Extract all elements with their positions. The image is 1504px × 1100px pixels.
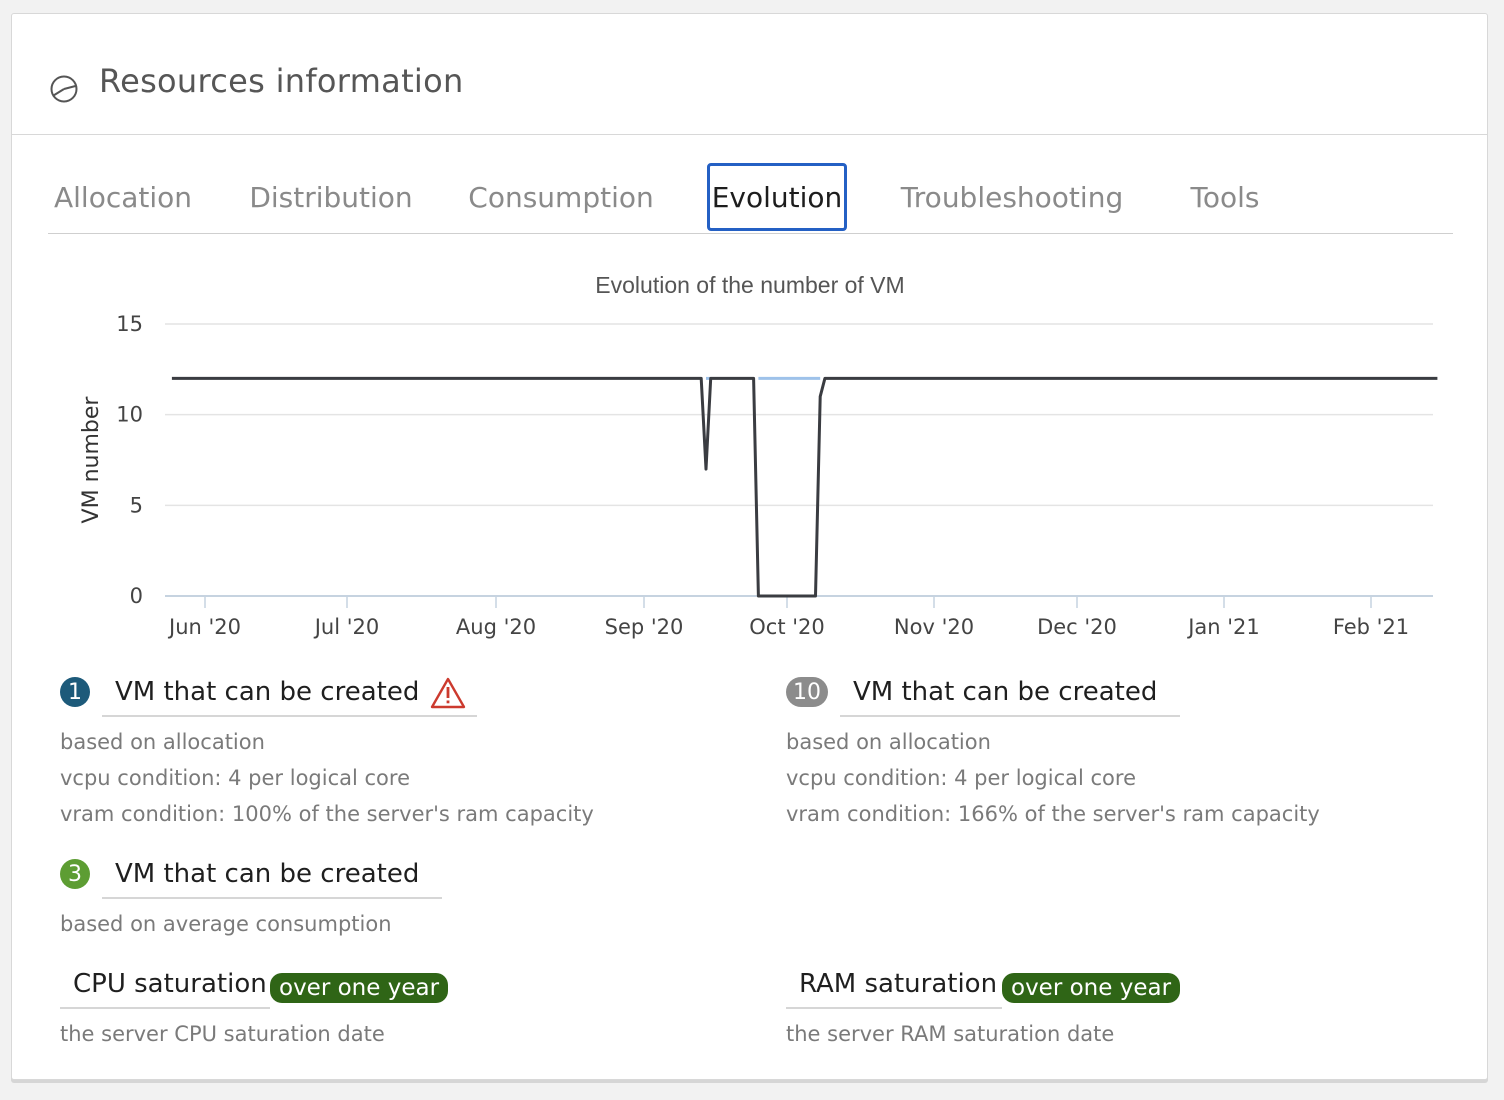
- tab-allocation[interactable]: Allocation: [48, 163, 198, 231]
- cpu-saturation-label: CPU saturation: [60, 959, 270, 1009]
- stat-desc: based on average consumption: [60, 912, 392, 936]
- stat-alloc-1: 1 VM that can be created based on alloca…: [60, 667, 660, 832]
- x-tick-label: Jun '20: [167, 615, 241, 639]
- stat-desc-list: the server RAM saturation date: [786, 1016, 1386, 1052]
- tab-consumption[interactable]: Consumption: [468, 163, 653, 231]
- tab-evolution[interactable]: Evolution: [707, 163, 847, 231]
- x-tick-label: Oct '20: [749, 615, 824, 639]
- saturation-badge: over one year: [270, 973, 449, 1003]
- stat-desc-list: the server CPU saturation date: [60, 1016, 660, 1052]
- stat-label: VM that can be created: [840, 667, 1180, 717]
- stat-desc: the server CPU saturation date: [60, 1022, 385, 1046]
- stat-desc: vcpu condition: 4 per logical core: [786, 766, 1136, 790]
- tab-distribution[interactable]: Distribution: [249, 163, 412, 231]
- y-tick-label: 15: [116, 312, 143, 336]
- stat-desc-list: based on allocation vcpu condition: 4 pe…: [60, 724, 660, 832]
- stat-label-text: VM that can be created: [115, 859, 420, 889]
- chart-svg: Evolution of the number of VM 0 5 10 15 VM nu…: [79, 272, 1438, 639]
- stat-desc: vcpu condition: 4 per logical core: [60, 766, 410, 790]
- stat-consumption-head: 3 VM that can be created: [60, 849, 660, 899]
- cpu-saturation-head: CPU saturation over one year: [60, 959, 660, 1009]
- y-tick-label: 10: [116, 403, 143, 427]
- stat-desc: based on allocation: [60, 730, 265, 754]
- stat-label: VM that can be created: [102, 849, 442, 899]
- y-axis-label: VM number: [79, 396, 104, 524]
- count-badge: 1: [60, 677, 90, 707]
- x-tick-label: Nov '20: [894, 615, 974, 639]
- stat-label-text: CPU saturation: [73, 969, 267, 999]
- ram-saturation-head: RAM saturation over one year: [786, 959, 1386, 1009]
- stat-desc: vram condition: 100% of the server's ram…: [60, 802, 594, 826]
- x-tick-label: Jul '20: [313, 615, 380, 639]
- ram-saturation-label: RAM saturation: [786, 959, 1002, 1009]
- stat-desc: the server RAM saturation date: [786, 1022, 1115, 1046]
- x-tick-label: Feb '21: [1333, 615, 1409, 639]
- stat-consumption: 3 VM that can be created based on averag…: [60, 849, 660, 942]
- chart-title: Evolution of the number of VM: [595, 272, 904, 298]
- count-badge: 10: [786, 677, 828, 707]
- tab-tools[interactable]: Tools: [1185, 163, 1265, 231]
- evolution-chart: Evolution of the number of VM 0 5 10 15 VM nu…: [12, 254, 1489, 654]
- card-header: Resources information: [12, 14, 1487, 135]
- stat-cpu-saturation: CPU saturation over one year the server …: [60, 959, 660, 1052]
- stat-desc-list: based on allocation vcpu condition: 4 pe…: [786, 724, 1426, 832]
- x-tick-label: Jan '21: [1186, 615, 1260, 639]
- stat-ram-saturation: RAM saturation over one year the server …: [786, 959, 1386, 1052]
- tab-troubleshooting[interactable]: Troubleshooting: [901, 163, 1123, 231]
- stat-desc-list: based on average consumption: [60, 906, 660, 942]
- y-tick-label: 0: [130, 584, 143, 608]
- x-tick-label: Sep '20: [605, 615, 684, 639]
- stat-desc: based on allocation: [786, 730, 991, 754]
- stat-alloc-2: 10 VM that can be created based on alloc…: [786, 667, 1426, 832]
- series-line: [171, 376, 1438, 598]
- stat-alloc-2-head: 10 VM that can be created: [786, 667, 1426, 717]
- stat-label-text: VM that can be created: [115, 677, 420, 707]
- stat-alloc-1-head: 1 VM that can be created: [60, 667, 660, 717]
- y-tick-label: 5: [130, 493, 143, 517]
- saturation-badge: over one year: [1002, 973, 1181, 1003]
- page-title: Resources information: [99, 62, 464, 100]
- stat-desc: vram condition: 166% of the server's ram…: [786, 802, 1320, 826]
- stat-label-text: RAM saturation: [799, 969, 998, 999]
- pie-chart-icon: [50, 75, 78, 103]
- stat-label: VM that can be created: [102, 667, 477, 717]
- resources-card: Resources information Allocation Distrib…: [11, 13, 1488, 1080]
- x-tick-label: Dec '20: [1037, 615, 1117, 639]
- x-tick-label: Aug '20: [456, 615, 536, 639]
- count-badge: 3: [60, 859, 90, 889]
- tab-bar: Allocation Distribution Consumption Evol…: [48, 163, 1453, 234]
- stat-label-text: VM that can be created: [853, 677, 1158, 707]
- warning-triangle-icon: [430, 677, 466, 709]
